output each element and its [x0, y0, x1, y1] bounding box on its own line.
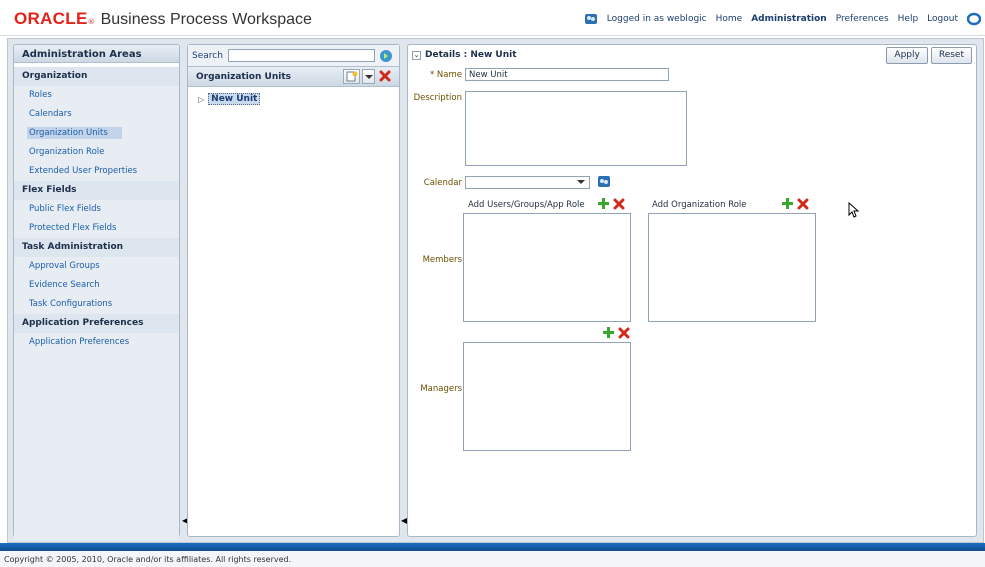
details-actions: Apply Reset	[886, 46, 972, 64]
chevron-down-icon	[364, 74, 373, 79]
logged-in-text: Logged in as weblogic	[606, 14, 707, 24]
delete-unit-button[interactable]	[379, 70, 391, 84]
header-nav: Logged in as weblogic Home Administratio…	[584, 12, 981, 26]
category-flex-fields: Flex Fields	[14, 181, 179, 200]
name-field[interactable]	[465, 68, 669, 81]
search-label: Search	[192, 50, 223, 61]
managers-label: Managers	[420, 384, 462, 394]
nav-evidence-search[interactable]: Evidence Search	[14, 276, 179, 295]
members-users-list[interactable]	[463, 213, 631, 322]
description-label: Description	[413, 93, 462, 103]
members-org-role-list[interactable]	[648, 213, 816, 322]
add-member-plus-icon[interactable]	[597, 197, 610, 210]
expand-arrow-icon[interactable]: ▷	[198, 95, 204, 104]
calendar-label: Calendar	[423, 178, 462, 188]
product-title: Business Process Workspace	[100, 11, 312, 28]
managers-list[interactable]	[463, 342, 631, 451]
oracle-logo: ORACLE	[14, 9, 88, 28]
nav-organization-role[interactable]: Organization Role	[14, 143, 179, 162]
reset-button[interactable]: Reset	[930, 46, 972, 64]
category-application-preferences: Application Preferences	[14, 314, 179, 333]
preferences-link[interactable]: Preferences	[836, 14, 889, 24]
home-link[interactable]: Home	[716, 14, 743, 24]
tree-node-new-unit[interactable]: ▷ New Unit	[188, 87, 399, 111]
admin-nav: Organization Roles Calendars Organizatio…	[14, 67, 179, 540]
panel-title: Administration Areas	[14, 45, 179, 63]
footer: Copyright © 2005, 2010, Oracle and/or it…	[0, 551, 985, 567]
user-icon	[584, 13, 598, 25]
add-manager-plus-icon[interactable]	[602, 326, 615, 339]
apply-button[interactable]: Apply	[886, 46, 928, 64]
remove-org-role-icon[interactable]	[797, 198, 809, 210]
nav-extended-user-properties[interactable]: Extended User Properties	[14, 162, 179, 181]
copyright-text: Copyright © 2005, 2010, Oracle and/or it…	[4, 555, 292, 564]
search-go-button[interactable]	[379, 49, 392, 62]
nav-calendars[interactable]: Calendars	[14, 105, 179, 124]
brand-logo: ORACLE ® Business Process Workspace	[14, 9, 312, 29]
remove-manager-icon[interactable]	[618, 327, 630, 339]
remove-member-icon[interactable]	[613, 198, 625, 210]
new-document-icon	[346, 71, 357, 82]
organization-units-header: Organization Units	[188, 66, 399, 87]
organization-units-title: Organization Units	[196, 71, 291, 82]
new-menu-dropdown[interactable]	[362, 69, 375, 84]
nav-public-flex-fields[interactable]: Public Flex Fields	[14, 200, 179, 219]
nav-approval-groups[interactable]: Approval Groups	[14, 257, 179, 276]
delete-icon	[379, 70, 391, 81]
collapse-middle-handle[interactable]: ◀	[401, 515, 407, 527]
category-task-administration: Task Administration	[14, 238, 179, 257]
add-org-role-label: Add Organization Role	[652, 200, 747, 210]
chevron-down-icon	[574, 178, 588, 187]
add-org-role-plus-icon[interactable]	[781, 197, 794, 210]
search-input[interactable]	[227, 49, 375, 62]
category-organization: Organization	[14, 67, 179, 86]
arrow-right-icon	[380, 50, 392, 61]
new-unit-button[interactable]	[343, 69, 360, 84]
description-field[interactable]	[465, 91, 687, 166]
search-bar: Search	[188, 45, 399, 66]
app-header: ORACLE ® Business Process Workspace Logg…	[0, 0, 985, 36]
organization-units-panel: Search Organization Units ▷ New Unit	[187, 44, 400, 537]
mouse-cursor-icon	[848, 201, 860, 221]
administration-areas-panel: Administration Areas Organization Roles …	[13, 44, 180, 540]
details-panel: ⌄ Details : New Unit Apply Reset * Name …	[407, 44, 977, 537]
oracle-o-icon	[967, 12, 981, 26]
name-label: * Name	[429, 70, 462, 80]
members-label: Members	[422, 255, 462, 265]
add-users-label: Add Users/Groups/App Role	[468, 200, 585, 210]
calendar-lookup-icon[interactable]	[597, 175, 611, 188]
nav-application-preferences[interactable]: Application Preferences	[14, 333, 179, 352]
tree-node-label[interactable]: New Unit	[208, 93, 261, 105]
footer-bar	[0, 543, 985, 551]
logout-link[interactable]: Logout	[927, 14, 958, 24]
administration-link[interactable]: Administration	[751, 14, 827, 24]
nav-organization-units[interactable]: Organization Units	[14, 124, 179, 143]
nav-roles[interactable]: Roles	[14, 86, 179, 105]
ou-toolbar	[343, 69, 391, 84]
collapse-details-icon[interactable]: ⌄	[412, 50, 421, 60]
registered-mark: ®	[87, 18, 95, 26]
nav-task-configurations[interactable]: Task Configurations	[14, 295, 179, 314]
calendar-select[interactable]	[465, 176, 590, 189]
help-link[interactable]: Help	[898, 14, 919, 24]
nav-protected-flex-fields[interactable]: Protected Flex Fields	[14, 219, 179, 238]
details-header: ⌄ Details : New Unit Apply Reset	[408, 45, 976, 65]
details-title: Details : New Unit	[425, 50, 517, 60]
